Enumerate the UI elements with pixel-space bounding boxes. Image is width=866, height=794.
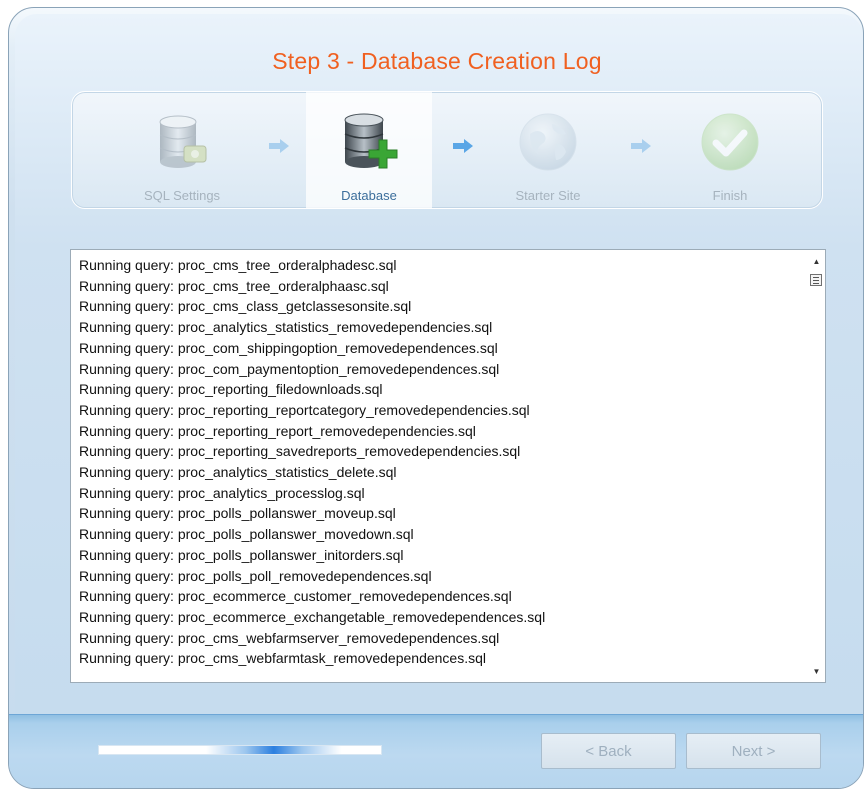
- back-button[interactable]: < Back: [541, 733, 676, 769]
- log-line: Running query: proc_cms_webfarmserver_re…: [79, 629, 500, 646]
- step-sql-settings: SQL Settings: [118, 92, 246, 208]
- checkmark-icon: [701, 113, 759, 171]
- log-line: Running query: proc_reporting_report_rem…: [79, 422, 476, 439]
- arrow-right-icon: [631, 139, 651, 153]
- scroll-up-icon[interactable]: ▲: [808, 254, 825, 270]
- step-label: Finish: [712, 188, 748, 203]
- log-line: Running query: proc_polls_poll_removedep…: [79, 567, 432, 584]
- log-line: Running query: proc_reporting_reportcate…: [79, 401, 530, 418]
- creation-log-box[interactable]: Running query: proc_cms_tree_orderalphad…: [70, 249, 826, 683]
- page-title: Step 3 - Database Creation Log: [272, 48, 602, 74]
- log-line: Running query: proc_cms_tree_orderalphad…: [79, 257, 397, 273]
- next-button[interactable]: Next >: [686, 733, 821, 769]
- log-line: Running query: proc_polls_pollanswer_ini…: [79, 546, 404, 563]
- log-line: Running query: proc_polls_pollanswer_mov…: [79, 505, 396, 522]
- log-line: Running query: proc_cms_tree_orderalphaa…: [79, 277, 389, 294]
- log-line: Running query: proc_com_paymentoption_re…: [79, 360, 500, 377]
- log-line: Running query: proc_ecommerce_customer_r…: [79, 588, 512, 605]
- sql-settings-icon: [159, 115, 207, 168]
- step-finish: Finish: [666, 92, 794, 208]
- log-line: Running query: proc_ecommerce_exchangeta…: [79, 608, 546, 625]
- log-line: Running query: proc_reporting_savedrepor…: [79, 443, 521, 460]
- log-line: Running query: proc_reporting_filedownlo…: [79, 381, 383, 398]
- log-line: Running query: proc_cms_webfarmtask_remo…: [79, 650, 486, 667]
- log-line: Running query: proc_analytics_processlog…: [79, 484, 365, 501]
- log-line: Running query: proc_com_shippingoption_r…: [79, 339, 498, 356]
- vertical-scrollbar[interactable]: ▲ ▼: [808, 250, 825, 682]
- progress-bar: [99, 746, 381, 754]
- globe-icon: [519, 113, 577, 171]
- arrow-right-icon: [269, 139, 289, 153]
- scroll-thumb[interactable]: [810, 274, 822, 286]
- step-label: SQL Settings: [143, 188, 221, 203]
- step-database: Database: [306, 92, 432, 208]
- step-label: Database: [341, 188, 397, 203]
- step-label: Starter Site: [515, 188, 581, 203]
- installer-window: Step 3 - Database Creation Log SQL Setti…: [8, 7, 864, 789]
- database-add-icon: [344, 113, 398, 169]
- log-line: Running query: proc_analytics_statistics…: [79, 319, 493, 336]
- arrow-right-icon: [453, 139, 473, 153]
- log-line: Running query: proc_analytics_statistics…: [79, 464, 397, 481]
- log-list: Running query: proc_cms_tree_orderalphad…: [71, 250, 825, 669]
- log-line: Running query: proc_cms_class_getclasses…: [79, 298, 412, 315]
- log-line: Running query: proc_polls_pollanswer_mov…: [79, 526, 414, 543]
- wizard-steps-panel: SQL Settings Database Starter Site Finis…: [71, 91, 823, 209]
- step-starter-site: Starter Site: [484, 92, 612, 208]
- scroll-down-icon[interactable]: ▼: [808, 664, 825, 680]
